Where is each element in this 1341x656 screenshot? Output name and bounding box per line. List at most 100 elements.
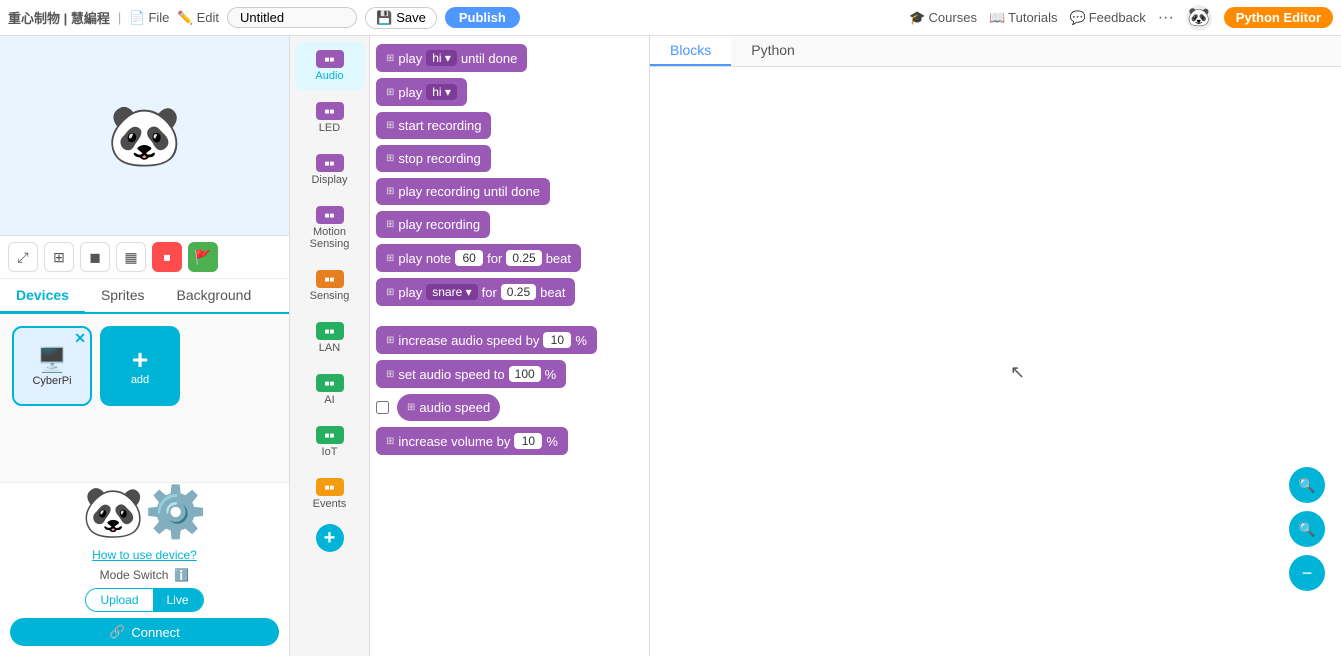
upload-mode-button[interactable]: Upload (86, 589, 152, 611)
tab-sprites[interactable]: Sprites (85, 279, 161, 314)
tab-blocks[interactable]: Blocks (650, 36, 731, 66)
zoom-in-button[interactable]: 🔍 (1289, 467, 1325, 503)
block-play-recording[interactable]: ⊞ play recording (376, 211, 490, 238)
block-start-recording[interactable]: ⊞ start recording (376, 112, 491, 139)
grid-large-button[interactable]: ◼ (80, 242, 110, 272)
feedback-icon: 💬 (1070, 10, 1086, 26)
mode-switch-help-icon: ℹ️ (174, 568, 189, 582)
block-play-recording-until-done[interactable]: ⊞ play recording until done (376, 178, 550, 205)
tutorials-link[interactable]: 📖 Tutorials (989, 10, 1058, 26)
cat-label-sensing: Sensing (310, 290, 350, 302)
cat-icon-ai: ■■ (316, 374, 344, 392)
zoom-fit-button[interactable]: 🔍 (1289, 511, 1325, 547)
categories-panel: ■■Audio■■LED■■Display■■Motion Sensing■■S… (290, 36, 370, 656)
python-editor-button[interactable]: Python Editor (1224, 7, 1333, 28)
file-icon: 📄 (129, 10, 145, 26)
edit-menu[interactable]: ✏️ Edit (177, 10, 219, 26)
cat-label-ai: AI (324, 394, 334, 406)
tab-background[interactable]: Background (161, 279, 268, 314)
block-set-audio-speed[interactable]: ⊞ set audio speed to 100 % (376, 360, 566, 388)
cat-item-iot[interactable]: ■■IoT (295, 418, 365, 466)
grid-list-button[interactable]: ▦ (116, 242, 146, 272)
cat-label-display: Display (311, 174, 347, 186)
flag-button[interactable]: 🚩 (188, 242, 218, 272)
add-plus-icon: + (132, 346, 148, 374)
connect-icon: 🔗 (109, 624, 125, 640)
cat-label-events: Events (313, 498, 347, 510)
workspace-canvas[interactable]: ↖ 🔍 🔍 − (650, 67, 1341, 651)
add-device-button[interactable]: + add (100, 326, 180, 406)
note-value-input[interactable]: 60 (455, 250, 483, 266)
how-to-link[interactable]: How to use device? (92, 548, 197, 562)
panel-tabs: Devices Sprites Background (0, 279, 289, 314)
expand-button[interactable]: ⤢ (8, 242, 38, 272)
cat-item-led[interactable]: ■■LED (295, 94, 365, 142)
grid-small-button[interactable]: ⊞ (44, 242, 74, 272)
workspace: Blocks Python ↖ 🔍 🔍 − (650, 36, 1341, 656)
feedback-link[interactable]: 💬 Feedback (1070, 10, 1146, 26)
top-nav: 重心制物 | 慧編程 | 📄 File ✏️ Edit 💾 Save Publi… (0, 0, 1341, 36)
edit-icon: ✏️ (177, 10, 193, 26)
connect-button[interactable]: 🔗 Connect (10, 618, 279, 646)
cat-add-button[interactable]: + (316, 524, 344, 552)
snare-beat-input[interactable]: 0.25 (501, 284, 536, 300)
save-button[interactable]: 💾 Save (365, 7, 437, 29)
stop-button[interactable]: ⏹ (152, 242, 182, 272)
block-increase-volume[interactable]: ⊞ increase volume by 10 % (376, 427, 568, 455)
more-menu[interactable]: ··· (1158, 9, 1174, 27)
publish-button[interactable]: Publish (445, 7, 520, 28)
tutorials-icon: 📖 (989, 10, 1005, 26)
note-beat-input[interactable]: 0.25 (506, 250, 541, 266)
cat-icon-display: ■■ (316, 154, 344, 172)
device-area: ✕ 🖥️ CyberPi + add (0, 314, 289, 482)
add-label: add (131, 374, 149, 386)
avatar[interactable]: 🐼 (1186, 5, 1212, 31)
block-hi-dropdown2[interactable]: hi ▾ (426, 84, 457, 100)
cat-icon-lan: ■■ (316, 322, 344, 340)
workspace-tabs: Blocks Python (650, 36, 1341, 67)
block-stop-recording[interactable]: ⊞ stop recording (376, 145, 491, 172)
block-hi-dropdown[interactable]: hi ▾ (426, 50, 457, 66)
tab-devices[interactable]: Devices (0, 279, 85, 314)
nav-sep1: | (118, 10, 121, 25)
cat-icon-sensing: ■■ (316, 270, 344, 288)
cat-item-lan[interactable]: ■■LAN (295, 314, 365, 362)
cat-label-motion-sensing: Motion Sensing (299, 226, 361, 250)
cat-item-audio[interactable]: ■■Audio (295, 42, 365, 90)
block-snare-dropdown[interactable]: snare ▾ (426, 284, 477, 300)
block-play-hi-until-done[interactable]: ⊞ play hi ▾ until done (376, 44, 527, 72)
block-audio-speed-row: ⊞ audio speed (376, 394, 643, 421)
live-mode-button[interactable]: Live (153, 589, 203, 611)
block-notch: ⊞ (386, 53, 394, 64)
cat-item-events[interactable]: ■■ Events (295, 470, 365, 518)
main-layout: 🐼 ⤢ ⊞ ◼ ▦ ⏹ 🚩 Devices Sprites Background… (0, 36, 1341, 656)
device-label: CyberPi (32, 375, 71, 387)
cat-icon-led: ■■ (316, 102, 344, 120)
device-illustration: 🐼⚙️ (82, 483, 207, 542)
block-increase-audio-speed[interactable]: ⊞ increase audio speed by 10 % (376, 326, 597, 354)
zoom-controls: 🔍 🔍 − (1289, 467, 1325, 591)
cat-item-sensing[interactable]: ■■ Sensing (295, 262, 365, 310)
cat-item-display[interactable]: ■■ Display (295, 146, 365, 194)
block-notch2: ⊞ (386, 87, 394, 98)
block-audio-speed-reporter[interactable]: ⊞ audio speed (397, 394, 500, 421)
block-play-snare[interactable]: ⊞ play snare ▾ for 0.25 beat (376, 278, 575, 306)
cat-item-ai[interactable]: ■■ AI (295, 366, 365, 414)
block-play-hi[interactable]: ⊞ play hi ▾ (376, 78, 467, 106)
file-menu[interactable]: 📄 File (129, 10, 169, 26)
cat-label-iot: IoT (322, 446, 338, 458)
block-play-note[interactable]: ⊞ play note 60 for 0.25 beat (376, 244, 581, 272)
device-cyberpi[interactable]: ✕ 🖥️ CyberPi (12, 326, 92, 406)
close-device-icon[interactable]: ✕ (74, 330, 86, 347)
zoom-out-button[interactable]: − (1289, 555, 1325, 591)
courses-link[interactable]: 🎓 Courses (909, 10, 977, 26)
brand-label: 重心制物 | 慧編程 (8, 8, 110, 27)
audio-speed-set-input[interactable]: 100 (509, 366, 541, 382)
cat-icon-events: ■■ (316, 478, 344, 496)
cat-item-motion-sensing[interactable]: ■■Motion Sensing (295, 198, 365, 258)
volume-increase-input[interactable]: 10 (514, 433, 542, 449)
tab-python[interactable]: Python (731, 36, 815, 66)
audio-speed-increase-input[interactable]: 10 (543, 332, 571, 348)
title-input[interactable] (227, 7, 357, 28)
audio-speed-checkbox[interactable] (376, 401, 389, 414)
